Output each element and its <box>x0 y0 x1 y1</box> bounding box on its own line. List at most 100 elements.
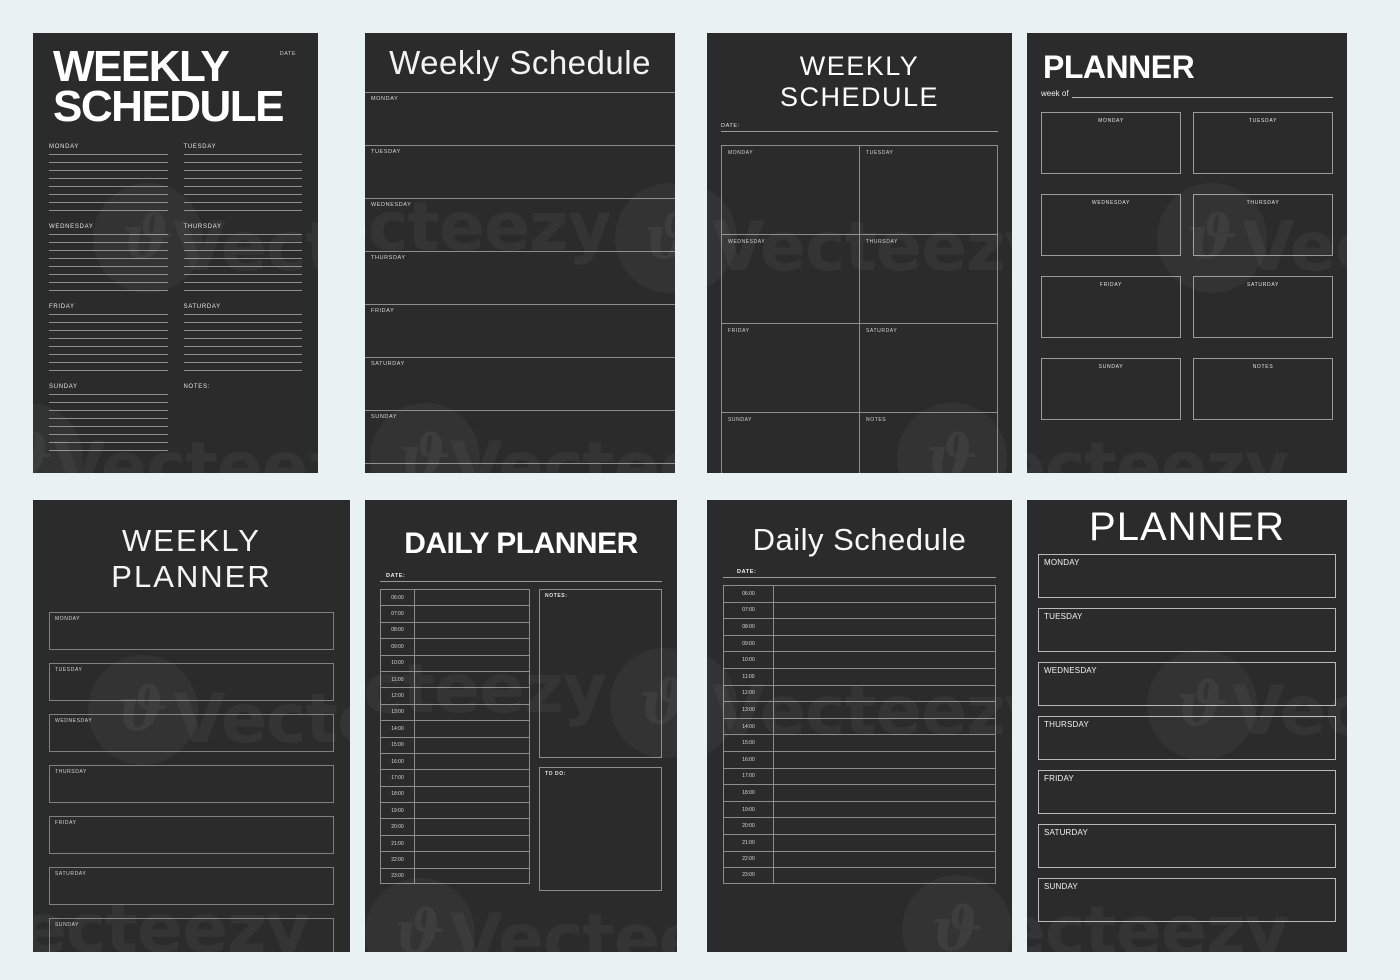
write-lines[interactable] <box>49 313 168 371</box>
time-slot-row[interactable]: 08:00 <box>723 618 996 635</box>
time-slot-entry[interactable] <box>415 738 529 753</box>
time-slot-row[interactable]: 09:00 <box>723 634 996 652</box>
day-box[interactable]: THURSDAY <box>860 235 998 324</box>
time-slot-entry[interactable] <box>415 721 529 736</box>
time-slot-entry[interactable] <box>774 686 995 702</box>
day-box[interactable]: FRIDAY <box>49 816 334 854</box>
time-slot-entry[interactable] <box>774 818 995 834</box>
time-slot-row[interactable]: 21:00 <box>380 834 530 852</box>
day-row[interactable]: WEDNESDAY <box>365 197 675 252</box>
time-slot-row[interactable]: 17:00 <box>380 769 530 786</box>
panel-weekly-schedule-lined[interactable]: ϑ Vecteezy ϑ Vecteezy DATE WEEKLY SCHEDU… <box>33 33 318 473</box>
time-slot-entry[interactable] <box>415 606 529 621</box>
day-box[interactable]: WEDNESDAY <box>1041 194 1181 256</box>
date-label[interactable]: DATE: <box>380 573 662 582</box>
time-slot-row[interactable]: 20:00 <box>380 818 530 835</box>
time-slot-entry[interactable] <box>415 770 529 785</box>
day-box[interactable]: SATURDAY <box>1193 276 1333 338</box>
time-slot-entry[interactable] <box>774 852 995 868</box>
time-slot-entry[interactable] <box>774 619 995 635</box>
day-box[interactable]: FRIDAY <box>722 324 860 413</box>
time-slot-entry[interactable] <box>415 590 529 605</box>
day-row[interactable]: THURSDAY <box>365 250 675 305</box>
day-box[interactable]: MONDAY <box>1041 112 1181 174</box>
time-slot-row[interactable]: 22:00 <box>723 850 996 868</box>
write-lines[interactable] <box>49 393 168 451</box>
day-box[interactable]: TUESDAY <box>860 146 998 235</box>
day-box[interactable]: THURSDAY <box>49 765 334 803</box>
day-cell[interactable]: WEDNESDAY <box>49 224 168 298</box>
write-lines[interactable] <box>183 233 302 291</box>
time-slot-row[interactable]: 20:00 <box>723 817 996 834</box>
day-box[interactable]: TUESDAY <box>1193 112 1333 174</box>
time-slot-entry[interactable] <box>415 787 529 802</box>
time-slot-row[interactable]: 13:00 <box>380 703 530 721</box>
time-slot-entry[interactable] <box>415 754 529 769</box>
day-box[interactable]: SATURDAY <box>1038 824 1336 868</box>
panel-planner-daylist[interactable]: ϑ Vecteezy Vecteezy PLANNER MONDAYTUESDA… <box>1027 500 1347 952</box>
time-slot-row[interactable]: 15:00 <box>380 736 530 753</box>
time-slot-entry[interactable] <box>415 819 529 834</box>
time-slot-row[interactable]: 12:00 <box>380 687 530 704</box>
day-box[interactable]: WEDNESDAY <box>1038 662 1336 706</box>
time-slot-entry[interactable] <box>774 719 995 735</box>
panel-daily-planner[interactable]: Vecteezy ϑ ϑ Vecteezy DAILY PLANNER DATE… <box>365 500 677 952</box>
time-slot-row[interactable]: 22:00 <box>380 851 530 868</box>
time-slot-entry[interactable] <box>415 656 529 671</box>
time-slot-row[interactable]: 10:00 <box>380 654 530 671</box>
day-cell[interactable]: FRIDAY <box>49 304 168 378</box>
time-slot-row[interactable]: 11:00 <box>723 667 996 685</box>
time-slot-entry[interactable] <box>774 752 995 768</box>
time-slot-entry[interactable] <box>415 688 529 703</box>
panel-daily-schedule[interactable]: ϑ Vecteezy ϑ Daily Schedule DATE: 06:000… <box>707 500 1012 952</box>
day-row[interactable]: TUESDAY <box>365 144 675 199</box>
time-slot-row[interactable]: 08:00 <box>380 621 530 639</box>
panel-weekly-planner[interactable]: ϑ Vecteezy Vecteezy WEEKLY PLANNER MONDA… <box>33 500 350 952</box>
time-slot-row[interactable]: 15:00 <box>723 734 996 751</box>
time-slot-entry[interactable] <box>415 705 529 720</box>
time-slot-entry[interactable] <box>774 735 995 751</box>
day-box[interactable]: NOTES <box>860 413 998 473</box>
date-label[interactable]: DATE: <box>723 569 996 578</box>
time-slot-row[interactable]: 16:00 <box>723 750 996 768</box>
time-slot-row[interactable]: 16:00 <box>380 752 530 770</box>
day-cell[interactable]: THURSDAY <box>183 224 302 298</box>
todo-pane[interactable]: TO DO: <box>539 767 662 891</box>
time-slot-entry[interactable] <box>774 835 995 851</box>
time-slot-entry[interactable] <box>415 803 529 818</box>
day-box[interactable]: TUESDAY <box>49 663 334 701</box>
time-slot-row[interactable]: 07:00 <box>380 605 530 622</box>
time-slot-entry[interactable] <box>774 603 995 619</box>
time-slot-row[interactable]: 09:00 <box>380 638 530 655</box>
time-slot-row[interactable]: 14:00 <box>380 720 530 737</box>
week-of-rule[interactable] <box>1071 90 1333 98</box>
day-box[interactable]: SUNDAY <box>722 413 860 473</box>
day-box[interactable]: SATURDAY <box>49 867 334 905</box>
write-lines[interactable] <box>49 153 168 211</box>
time-slot-row[interactable]: 06:00 <box>380 589 530 606</box>
time-slot-row[interactable]: 23:00 <box>723 867 996 884</box>
day-box[interactable]: WEDNESDAY <box>49 714 334 752</box>
day-box[interactable]: FRIDAY <box>1041 276 1181 338</box>
write-lines[interactable] <box>183 153 302 211</box>
day-row[interactable]: SATURDAY <box>365 356 675 411</box>
notes-pane[interactable]: NOTES: <box>539 589 662 758</box>
week-of-field[interactable]: week of <box>1041 89 1333 98</box>
day-box[interactable]: THURSDAY <box>1038 716 1336 760</box>
day-cell[interactable]: NOTES: <box>184 384 303 458</box>
day-cell[interactable]: SATURDAY <box>183 304 302 378</box>
time-slot-entry[interactable] <box>415 639 529 654</box>
day-box[interactable]: NOTES <box>1193 358 1333 420</box>
time-slot-entry[interactable] <box>774 868 995 883</box>
time-slot-row[interactable]: 14:00 <box>723 717 996 735</box>
time-slot-entry[interactable] <box>774 652 995 668</box>
panel-weekly-schedule-rows[interactable]: Vecteezy ϑ ϑ Vecteezy Weekly Schedule MO… <box>365 33 675 473</box>
time-slot-row[interactable]: 07:00 <box>723 601 996 619</box>
time-slot-entry[interactable] <box>415 869 529 883</box>
time-slot-row[interactable]: 19:00 <box>723 800 996 818</box>
time-slot-row[interactable]: 12:00 <box>723 684 996 702</box>
time-slot-entry[interactable] <box>774 636 995 652</box>
day-box[interactable]: THURSDAY <box>1193 194 1333 256</box>
day-box[interactable]: SUNDAY <box>1038 878 1336 922</box>
date-label[interactable]: DATE: <box>721 123 998 132</box>
